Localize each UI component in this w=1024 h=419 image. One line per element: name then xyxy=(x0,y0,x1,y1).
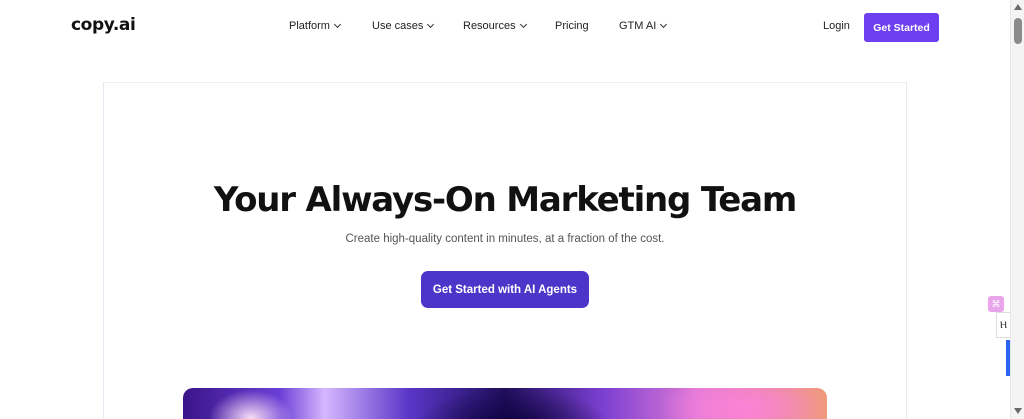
chevron-down-icon xyxy=(333,20,342,29)
menu-item-label: Pricing xyxy=(555,20,589,32)
hero-frame xyxy=(103,82,907,419)
get-started-ai-agents-button[interactable]: Get Started with AI Agents xyxy=(421,271,589,308)
menu-item-use-cases[interactable]: Use cases xyxy=(372,20,435,32)
widget-toggle-icon[interactable]: Ⲏ xyxy=(996,312,1010,338)
hero-gradient-image xyxy=(183,388,827,419)
chevron-down-icon xyxy=(660,20,668,29)
scroll-down-arrow-icon[interactable] xyxy=(1014,408,1022,414)
vertical-scrollbar[interactable] xyxy=(1010,0,1024,419)
menu-item-label: Resources xyxy=(463,20,516,32)
menu-item-label: GTM AI xyxy=(619,20,657,32)
copyai-logo[interactable]: copy.ai xyxy=(71,15,136,35)
scroll-up-arrow-icon[interactable] xyxy=(1014,4,1022,10)
hero-subtitle: Create high-quality content in minutes, … xyxy=(345,233,665,245)
chevron-down-icon xyxy=(519,20,527,29)
top-navigation: copy.ai Platform Use cases Resources Pri… xyxy=(0,0,1010,54)
login-link[interactable]: Login xyxy=(823,20,850,32)
widget-app-icon[interactable]: ⌘ xyxy=(988,296,1004,312)
menu-item-resources[interactable]: Resources xyxy=(463,20,527,32)
hero-title: Your Always-On Marketing Team xyxy=(213,180,797,220)
menu-item-platform[interactable]: Platform xyxy=(289,20,342,32)
menu-item-pricing[interactable]: Pricing xyxy=(555,20,589,32)
side-widget[interactable]: ⌘ Ⲏ xyxy=(988,296,1010,376)
chevron-down-icon xyxy=(427,20,435,29)
get-started-button[interactable]: Get Started xyxy=(864,13,939,42)
scrollbar-thumb[interactable] xyxy=(1014,18,1022,44)
menu-item-gtm-ai[interactable]: GTM AI xyxy=(619,20,668,32)
menu-item-label: Platform xyxy=(289,20,330,32)
menu-item-label: Use cases xyxy=(372,20,424,32)
